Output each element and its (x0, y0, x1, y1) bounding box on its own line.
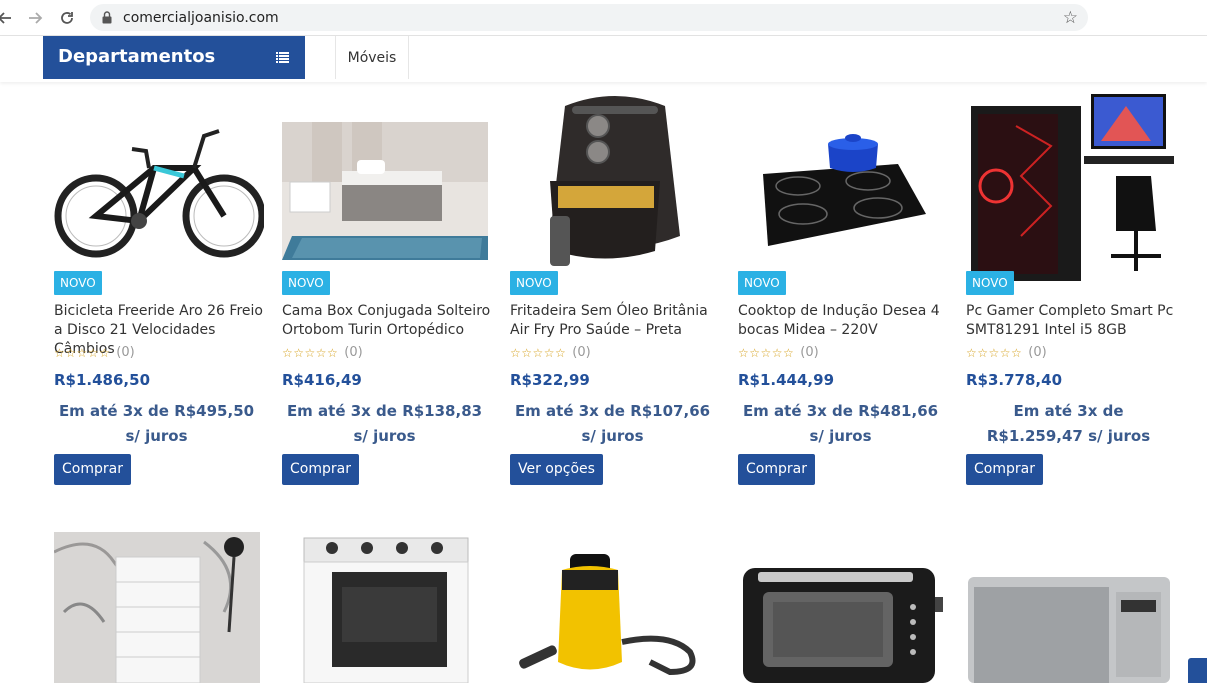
installment-text: Em até 3x de R$107,66 s/ juros (514, 402, 711, 445)
installment-text: Em até 3x de R$495,50 s/ juros (58, 402, 255, 445)
review-count: (0) (800, 345, 819, 360)
installment-text: Em até 3x de R$1.259,47 s/ juros (986, 402, 1151, 445)
reload-icon[interactable] (56, 7, 78, 29)
bed-image[interactable] (282, 86, 492, 286)
product-title[interactable]: Cooktop de Indução Desea 4 bocas Midea –… (738, 302, 950, 340)
product-price: R$1.486,50 (54, 371, 151, 389)
rating-stars-icon: ☆☆☆☆☆ (282, 345, 339, 360)
back-icon[interactable] (0, 7, 16, 29)
rating-stars-icon: ☆☆☆☆☆ (54, 345, 111, 360)
new-badge: NOVO (282, 271, 330, 295)
chest-of-drawers-image[interactable] (54, 532, 260, 683)
departments-label: Departamentos (58, 46, 216, 67)
microwave-image[interactable] (966, 532, 1172, 683)
cooktop-image[interactable] (738, 86, 948, 286)
url-text: comercialjoanisio.com (123, 10, 279, 26)
product-price: R$1.444,99 (738, 371, 835, 389)
review-count: (0) (572, 345, 591, 360)
new-badge: NOVO (54, 271, 102, 295)
gaming-pc-image[interactable] (966, 86, 1176, 286)
site-header: Departamentos Móveis (0, 36, 1207, 82)
browser-toolbar: comercialjoanisio.com ☆ (0, 0, 1207, 36)
product-price: R$3.778,40 (966, 371, 1063, 389)
stove-image[interactable] (282, 532, 488, 683)
address-bar[interactable]: comercialjoanisio.com ☆ (90, 4, 1088, 31)
review-count: (0) (1028, 345, 1047, 360)
toaster-image[interactable] (738, 532, 944, 683)
product-price: R$322,99 (510, 371, 590, 389)
forward-icon[interactable] (24, 7, 46, 29)
product-price: R$416,49 (282, 371, 362, 389)
installment-text: Em até 3x de R$138,83 s/ juros (286, 402, 483, 445)
rating: ☆☆☆☆☆ (0) (282, 345, 363, 360)
rating-stars-icon: ☆☆☆☆☆ (738, 345, 795, 360)
product-title[interactable]: Pc Gamer Completo Smart Pc SMT81291 Inte… (966, 302, 1178, 340)
buy-button[interactable]: Comprar (54, 454, 131, 485)
lock-icon (102, 11, 112, 24)
new-badge: NOVO (966, 271, 1014, 295)
buy-button[interactable]: Comprar (282, 454, 359, 485)
air-fryer-image[interactable] (510, 86, 720, 286)
rating: ☆☆☆☆☆ (0) (966, 345, 1047, 360)
rating: ☆☆☆☆☆ (0) (738, 345, 819, 360)
rating: ☆☆☆☆☆ (0) (510, 345, 591, 360)
rating: ☆☆☆☆☆ (0) (54, 345, 135, 360)
new-badge: NOVO (738, 271, 786, 295)
buy-button[interactable]: Comprar (738, 454, 815, 485)
rating-stars-icon: ☆☆☆☆☆ (966, 345, 1023, 360)
bicycle-image[interactable] (54, 86, 264, 286)
installment-text: Em até 3x de R$481,66 s/ juros (742, 402, 939, 445)
review-count: (0) (344, 345, 363, 360)
menu-item-moveis[interactable]: Móveis (335, 36, 409, 79)
vacuum-cleaner-image[interactable] (510, 532, 716, 683)
product-title[interactable]: Cama Box Conjugada Solteiro Ortobom Turi… (282, 302, 494, 340)
rating-stars-icon: ☆☆☆☆☆ (510, 345, 567, 360)
new-badge: NOVO (510, 271, 558, 295)
list-menu-icon (276, 52, 289, 63)
view-options-button[interactable]: Ver opções (510, 454, 603, 485)
review-count: (0) (116, 345, 135, 360)
scroll-to-top-button[interactable] (1188, 658, 1207, 683)
product-title[interactable]: Fritadeira Sem Óleo Britânia Air Fry Pro… (510, 302, 722, 340)
departments-menu[interactable]: Departamentos (43, 36, 305, 79)
star-icon[interactable]: ☆ (1063, 8, 1078, 28)
buy-button[interactable]: Comprar (966, 454, 1043, 485)
